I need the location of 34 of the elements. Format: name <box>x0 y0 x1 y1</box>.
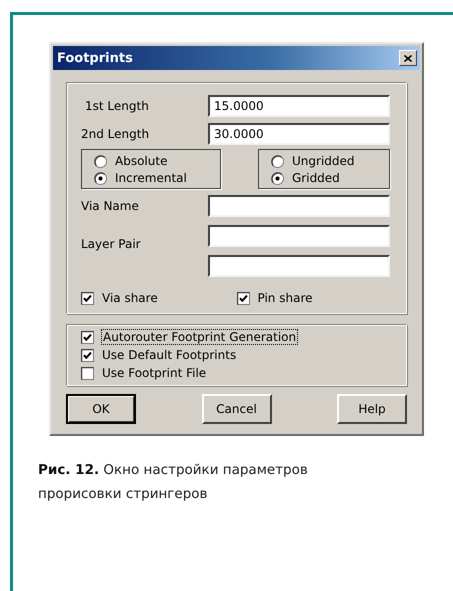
window-title: Footprints <box>57 50 133 66</box>
close-button[interactable] <box>399 50 417 66</box>
field-label: 1st Length <box>85 99 149 113</box>
checkbox-label: Via share <box>102 291 158 305</box>
checkbox[interactable] <box>236 292 250 304</box>
radio-button[interactable] <box>271 154 284 168</box>
dialog-button[interactable]: Cancel <box>202 394 272 424</box>
layer-pair-field[interactable] <box>208 225 390 247</box>
radio-label: Incremental <box>115 171 187 185</box>
close-icon <box>404 54 412 62</box>
field-label: Via Name <box>81 199 139 213</box>
field-label: 2nd Length <box>81 127 150 141</box>
checkbox[interactable] <box>81 366 94 380</box>
checkbox-label: Autorouter Footprint Generation <box>102 330 298 344</box>
checkbox-label: Use Default Footprints <box>102 348 236 362</box>
checkbox[interactable] <box>81 348 94 362</box>
checkbox[interactable] <box>81 292 94 304</box>
checkbox-label: Use Footprint File <box>102 366 206 380</box>
length-field[interactable]: 30.0000 <box>208 123 390 145</box>
radio-button[interactable] <box>94 154 107 168</box>
checkbox[interactable] <box>81 330 94 344</box>
radio-button[interactable] <box>271 172 284 184</box>
checkbox-label: Pin share <box>258 291 312 305</box>
dialog-button[interactable]: OK <box>66 394 136 424</box>
radio-label: Ungridded <box>292 154 355 168</box>
layer-pair-field[interactable] <box>208 255 390 277</box>
radio-label: Absolute <box>115 154 168 168</box>
dialog-button[interactable]: Help <box>337 394 407 424</box>
radio-label: Gridded <box>292 171 340 185</box>
field-label: Layer Pair <box>81 237 141 251</box>
figure-caption: Рис. 12. Окно настройки параметров прорисовки стрингеров <box>38 461 309 504</box>
radio-button[interactable] <box>94 172 107 184</box>
length-field[interactable]: 15.0000 <box>208 95 390 117</box>
via-name-field[interactable] <box>208 195 390 217</box>
